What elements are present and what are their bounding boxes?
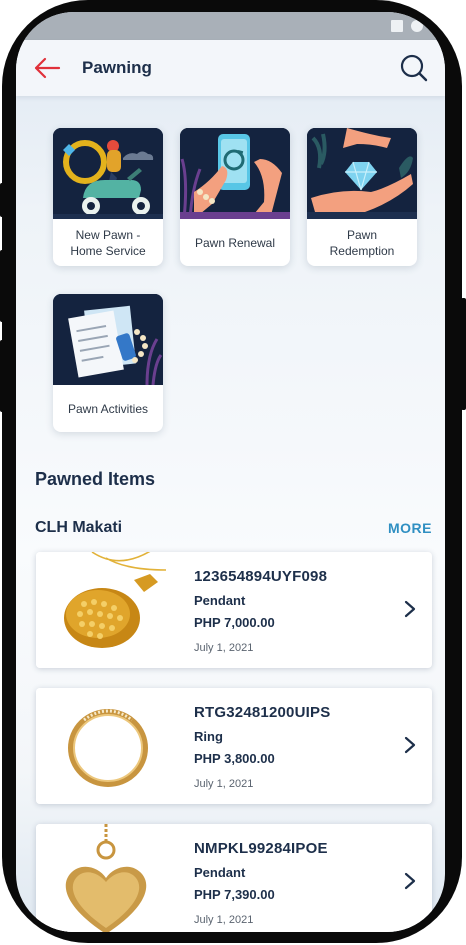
heart-pendant-image	[36, 824, 176, 932]
pawned-item-card[interactable]: RTG32481200UIPS Ring PHP 3,800.00 July 1…	[36, 688, 432, 804]
item-type: Pendant	[194, 865, 246, 880]
branch-name: CLH Makati	[35, 519, 123, 536]
side-button-right	[461, 298, 466, 410]
pendant-image	[36, 552, 176, 668]
item-price: PHP 3,800.00	[194, 751, 275, 766]
search-button[interactable]	[399, 53, 429, 83]
status-circle-icon	[411, 20, 423, 32]
more-link[interactable]: MORE	[388, 520, 432, 536]
status-square-icon	[391, 20, 403, 32]
diamond-hands-illustration	[307, 128, 417, 219]
item-code: NMPKL99284IPOE	[194, 840, 328, 857]
phone-screen: Pawning New Pawn - Home Service Pawn Ren…	[16, 12, 445, 932]
service-card-pawn-activities[interactable]: Pawn Activities	[53, 294, 163, 432]
service-card-new-pawn[interactable]: New Pawn - Home Service	[53, 128, 163, 266]
item-code: 123654894UYF098	[194, 568, 328, 585]
status-bar	[16, 12, 445, 40]
chevron-right-icon	[404, 736, 416, 754]
side-button-left-bottom	[0, 340, 4, 412]
item-type: Ring	[194, 729, 223, 744]
item-date: July 1, 2021	[194, 914, 254, 926]
pawned-item-card[interactable]: 123654894UYF098 Pendant PHP 7,000.00 Jul…	[36, 552, 432, 668]
item-price: PHP 7,390.00	[194, 887, 275, 902]
item-date: July 1, 2021	[194, 778, 254, 790]
item-date: July 1, 2021	[194, 642, 254, 654]
service-label: New Pawn - Home Service	[70, 227, 146, 258]
service-label: Pawn Activities	[67, 401, 149, 416]
back-button[interactable]	[32, 54, 62, 82]
service-label: Pawn Renewal	[194, 235, 276, 250]
item-price: PHP 7,000.00	[194, 615, 275, 630]
service-card-pawn-renewal[interactable]: Pawn Renewal	[180, 128, 290, 266]
side-button-left-top	[0, 183, 4, 217]
arrow-left-icon	[34, 57, 61, 79]
ring-image	[36, 688, 176, 804]
page-title: Pawning	[82, 58, 152, 77]
phone-refresh-illustration	[180, 128, 290, 219]
service-label: Pawn Redemption	[329, 227, 395, 258]
documents-illustration	[53, 294, 163, 385]
service-card-pawn-redemption[interactable]: Pawn Redemption	[307, 128, 417, 266]
scooter-courier-illustration	[53, 128, 163, 219]
search-icon	[400, 54, 428, 82]
pawned-item-card[interactable]: NMPKL99284IPOE Pendant PHP 7,390.00 July…	[36, 824, 432, 932]
chevron-right-icon	[404, 872, 416, 890]
item-type: Pendant	[194, 593, 246, 608]
app-header: Pawning	[16, 40, 445, 96]
section-title: Pawned Items	[35, 469, 156, 489]
item-code: RTG32481200UIPS	[194, 704, 331, 721]
side-button-left-mid	[0, 250, 4, 322]
chevron-right-icon	[404, 600, 416, 618]
